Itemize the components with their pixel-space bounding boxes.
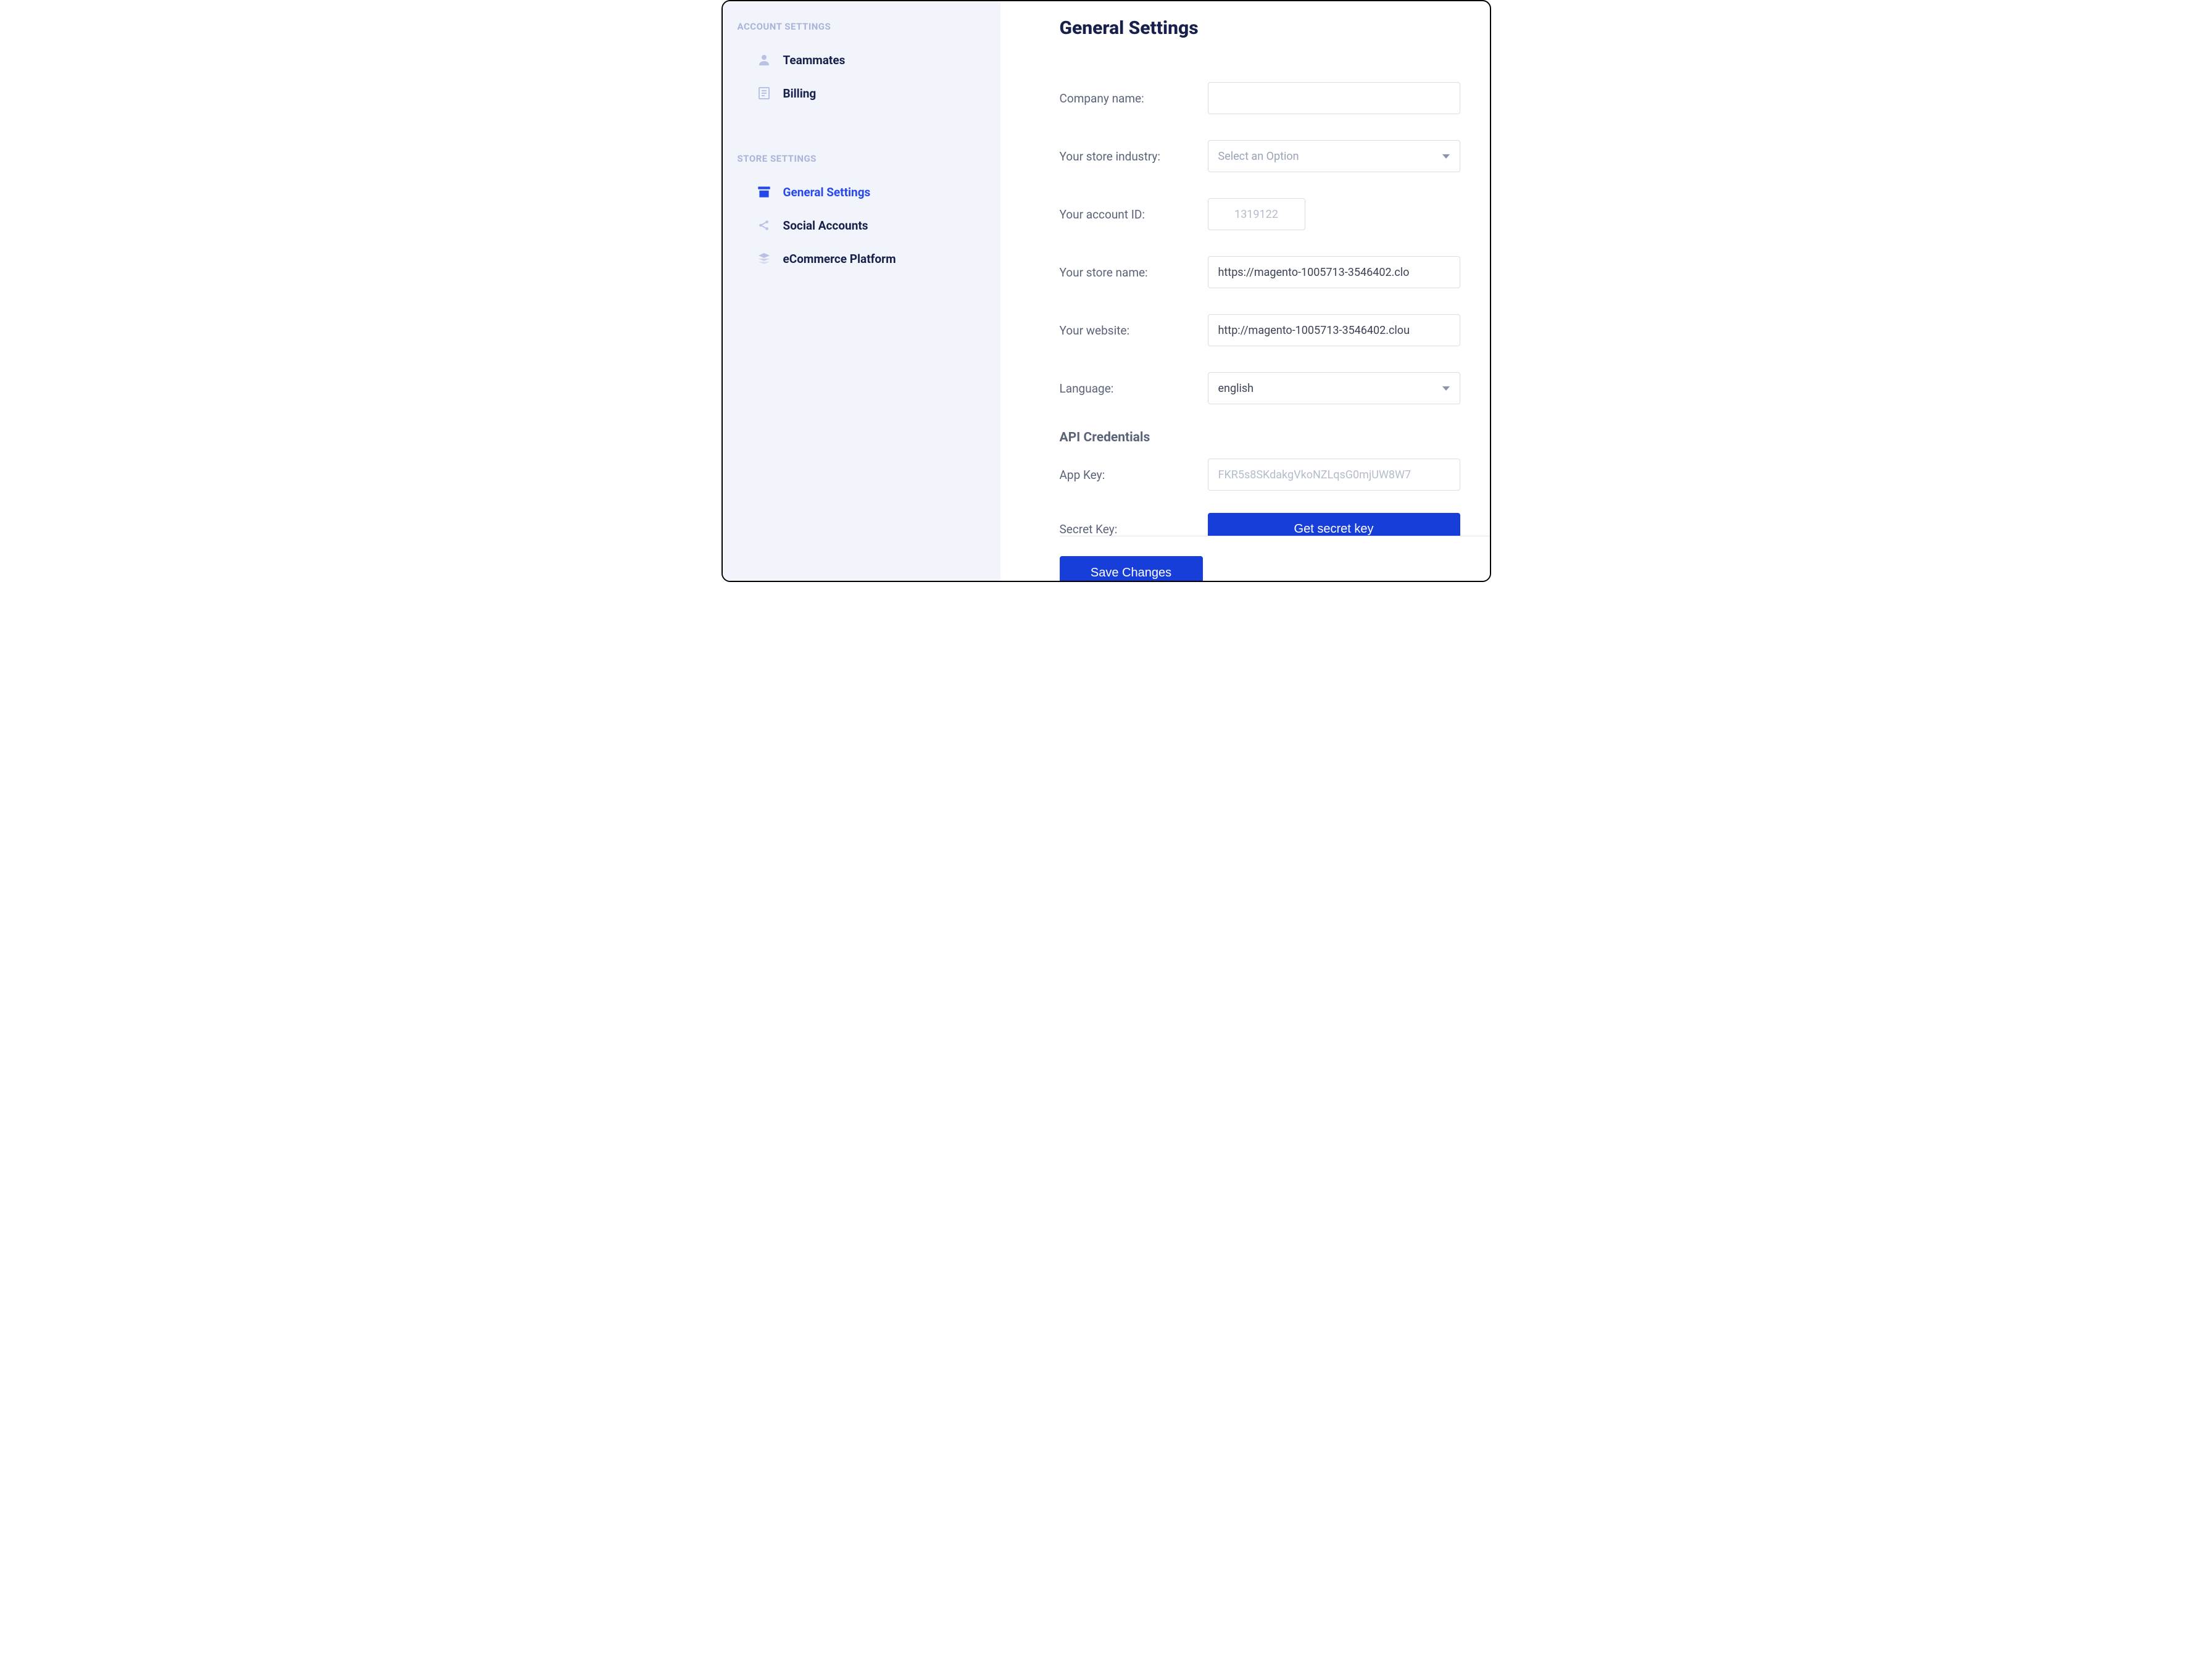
chevron-down-icon (1442, 386, 1450, 391)
store-industry-value: Select an Option (1218, 150, 1299, 163)
sidebar-item-label: Teammates (783, 53, 846, 67)
api-credentials-heading: API Credentials (1060, 430, 1460, 445)
share-icon (756, 217, 772, 233)
person-icon (756, 52, 772, 68)
label-website: Your website: (1060, 323, 1208, 338)
layers-icon (756, 251, 772, 267)
store-icon (756, 184, 772, 200)
label-store-industry: Your store industry: (1060, 149, 1208, 164)
label-store-name: Your store name: (1060, 265, 1208, 280)
company-name-input[interactable] (1208, 82, 1460, 114)
row-app-key: App Key: FKR5s8SKdakgVkoNZLqsG0mjUW8W7 (1060, 459, 1460, 491)
app-key-display: FKR5s8SKdakgVkoNZLqsG0mjUW8W7 (1208, 459, 1460, 491)
sidebar-item-billing[interactable]: Billing (723, 77, 1000, 110)
sidebar-section-store-title: STORE SETTINGS (723, 148, 1000, 175)
sidebar-item-label: Social Accounts (783, 218, 868, 233)
app-frame: ACCOUNT SETTINGS Teammates Billing STORE… (721, 0, 1491, 582)
footer-bar: Save Changes (1060, 536, 1490, 581)
label-app-key: App Key: (1060, 468, 1208, 482)
row-store-industry: Your store industry: Select an Option (1060, 140, 1460, 172)
language-value: english (1218, 382, 1254, 395)
website-input[interactable] (1208, 314, 1460, 346)
row-company-name: Company name: (1060, 82, 1460, 114)
invoice-icon (756, 85, 772, 101)
sidebar-item-social-accounts[interactable]: Social Accounts (723, 209, 1000, 242)
sidebar-item-label: Billing (783, 86, 817, 101)
sidebar-item-label: eCommerce Platform (783, 252, 896, 266)
store-name-input[interactable] (1208, 256, 1460, 288)
sidebar-item-teammates[interactable]: Teammates (723, 43, 1000, 77)
label-secret-key: Secret Key: (1060, 522, 1208, 536)
sidebar-item-general-settings[interactable]: General Settings (723, 175, 1000, 209)
sidebar: ACCOUNT SETTINGS Teammates Billing STORE… (723, 1, 1000, 581)
chevron-down-icon (1442, 154, 1450, 159)
main-panel: General Settings Company name: Your stor… (1000, 1, 1490, 581)
sidebar-item-ecommerce-platform[interactable]: eCommerce Platform (723, 242, 1000, 275)
row-store-name: Your store name: (1060, 256, 1460, 288)
page-title: General Settings (1060, 17, 1460, 39)
row-website: Your website: (1060, 314, 1460, 346)
label-account-id: Your account ID: (1060, 207, 1208, 222)
label-company-name: Company name: (1060, 91, 1208, 106)
sidebar-gap (723, 110, 1000, 148)
language-select[interactable]: english (1208, 372, 1460, 404)
sidebar-item-label: General Settings (783, 185, 871, 199)
store-industry-select[interactable]: Select an Option (1208, 140, 1460, 172)
sidebar-section-account-title: ACCOUNT SETTINGS (723, 16, 1000, 43)
row-account-id: Your account ID: 1319122 (1060, 198, 1460, 230)
save-changes-button[interactable]: Save Changes (1060, 556, 1203, 581)
row-language: Language: english (1060, 372, 1460, 404)
label-language: Language: (1060, 381, 1208, 396)
account-id-display: 1319122 (1208, 198, 1305, 230)
